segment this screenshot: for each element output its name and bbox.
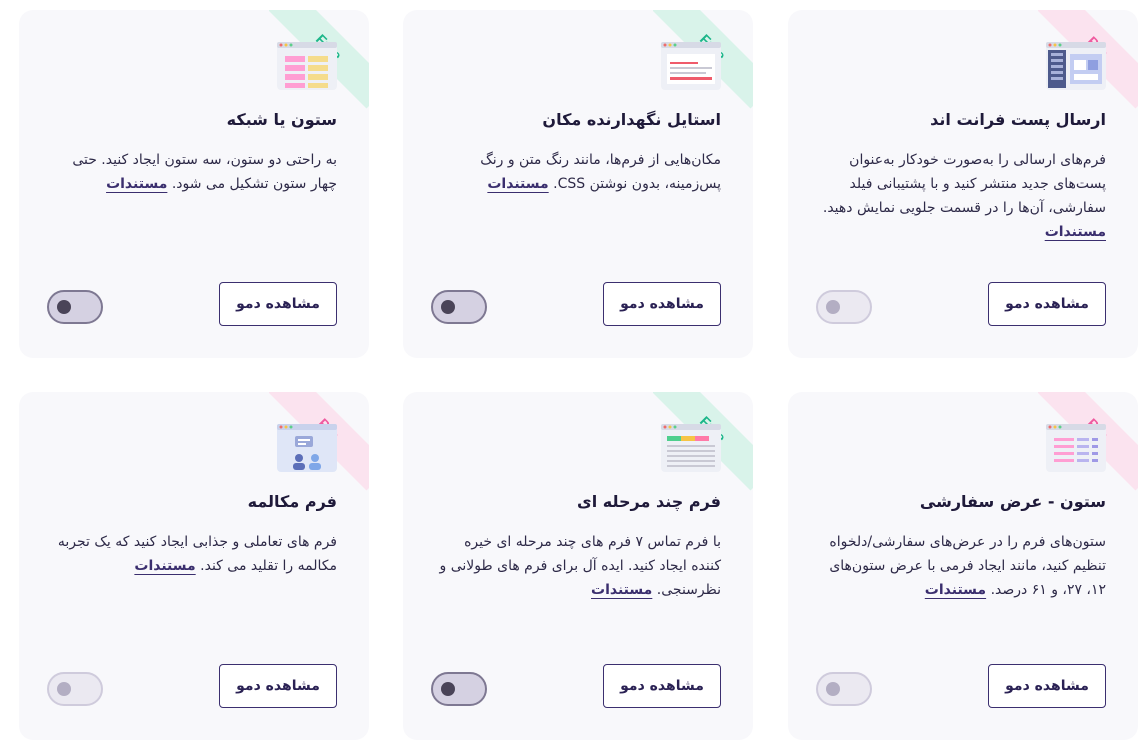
enable-toggle[interactable] <box>431 290 487 324</box>
card-description: با فرم تماس ۷ فرم های چند مرحله ای خیره … <box>435 530 721 602</box>
enable-toggle[interactable] <box>816 290 872 324</box>
view-demo-button[interactable]: مشاهده دمو <box>988 664 1106 708</box>
view-demo-button[interactable]: مشاهده دمو <box>219 664 337 708</box>
toggle-knob <box>57 300 71 314</box>
view-demo-button[interactable]: مشاهده دمو <box>219 282 337 326</box>
addon-card-frontend-post: Pro ارسال پست فرانت اند فرم‌های ارسالی ر… <box>788 10 1138 358</box>
card-description: فرم‌های ارسالی را به‌صورت خودکار به‌عنوا… <box>820 148 1106 244</box>
enable-toggle[interactable] <box>816 672 872 706</box>
card-title: فرم مکالمه <box>247 492 337 511</box>
card-title: استایل نگهدارنده مکان <box>542 110 721 129</box>
placeholder-style-thumbnail-icon <box>661 42 721 90</box>
addon-card-placeholder-style: Free استایل نگهدارنده مکان مکان‌هایی از … <box>403 10 753 358</box>
view-demo-button[interactable]: مشاهده دمو <box>988 282 1106 326</box>
description-text: فرم‌های ارسالی را به‌صورت خودکار به‌عنوا… <box>822 152 1106 216</box>
docs-link[interactable]: مستندات <box>106 176 167 192</box>
toggle-knob <box>826 682 840 696</box>
enable-toggle[interactable] <box>431 672 487 706</box>
docs-link[interactable]: مستندات <box>487 176 548 192</box>
multistep-form-thumbnail-icon <box>661 424 721 472</box>
docs-link[interactable]: مستندات <box>134 558 195 574</box>
addons-grid: Free ستون یا شبکه به راحتی دو ستون، سه س… <box>0 0 1147 740</box>
toggle-knob <box>57 682 71 696</box>
addon-card-custom-width: Pro ستون - عرض سفارشی ستون <box>788 392 1138 740</box>
card-description: مکان‌هایی از فرم‌ها، مانند رنگ متن و رنگ… <box>435 148 721 196</box>
addon-card-multistep-form: Free فرم چند مرحله ای با فرم تماس ۷ فرم … <box>403 392 753 740</box>
enable-toggle[interactable] <box>47 672 103 706</box>
toggle-knob <box>826 300 840 314</box>
docs-link[interactable]: مستندات <box>1045 224 1106 240</box>
view-demo-button[interactable]: مشاهده دمو <box>603 664 721 708</box>
description-text: با فرم تماس ۷ فرم های چند مرحله ای خیره … <box>439 534 721 598</box>
addon-card-columns: Free ستون یا شبکه به راحتی دو ستون، سه س… <box>19 10 369 358</box>
conversational-form-thumbnail-icon <box>277 424 337 472</box>
enable-toggle[interactable] <box>47 290 103 324</box>
docs-link[interactable]: مستندات <box>925 582 986 598</box>
card-description: فرم های تعاملی و جذابی ایجاد کنید که یک … <box>51 530 337 578</box>
custom-width-thumbnail-icon <box>1046 424 1106 472</box>
card-description: ستون‌های فرم را در عرض‌های سفارشی/دلخواه… <box>820 530 1106 602</box>
card-title: ستون یا شبکه <box>226 110 337 129</box>
columns-thumbnail-icon <box>277 42 337 90</box>
description-text: فرم های تعاملی و جذابی ایجاد کنید که یک … <box>57 534 337 574</box>
toggle-knob <box>441 682 455 696</box>
toggle-knob <box>441 300 455 314</box>
card-title: فرم چند مرحله ای <box>577 492 721 511</box>
addon-card-conversational-form: Pro فرم مکالمه فرم های تعاملی و جذابی ای… <box>19 392 369 740</box>
card-title: ستون - عرض سفارشی <box>919 492 1106 511</box>
card-title: ارسال پست فرانت اند <box>930 110 1106 129</box>
docs-link[interactable]: مستندات <box>591 582 652 598</box>
card-description: به راحتی دو ستون، سه ستون ایجاد کنید. حت… <box>51 148 337 196</box>
view-demo-button[interactable]: مشاهده دمو <box>603 282 721 326</box>
frontend-post-thumbnail-icon <box>1046 42 1106 90</box>
